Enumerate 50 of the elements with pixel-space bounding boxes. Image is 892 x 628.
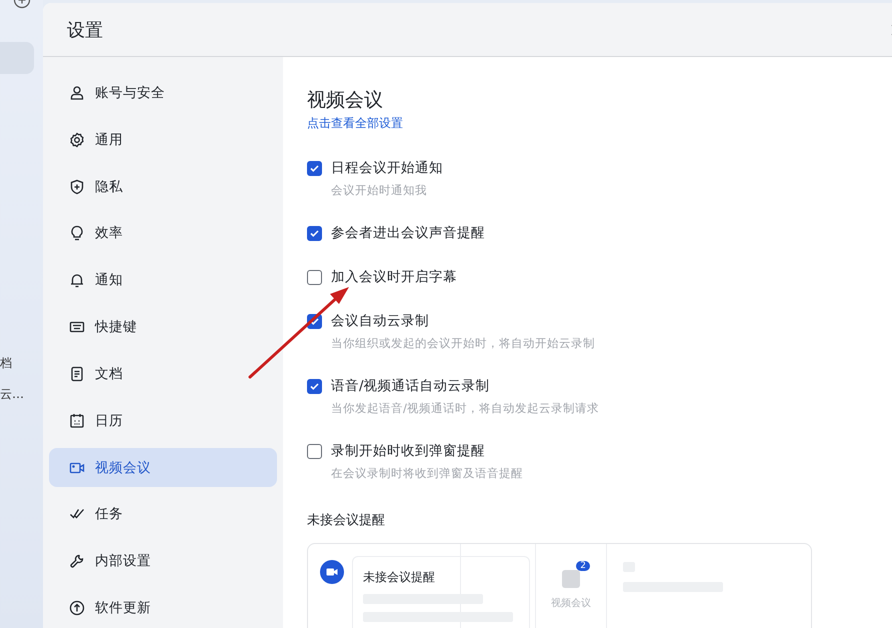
sidebar-item[interactable]: 快捷键	[49, 307, 277, 347]
sidebar-item[interactable]: 软件更新	[49, 588, 277, 628]
checkmark-icon	[310, 382, 319, 391]
option-description: 会议开始时通知我	[331, 183, 428, 198]
background-nav-text[interactable]: 云…	[0, 386, 43, 403]
upload-circle-icon	[69, 600, 85, 616]
sidebar-item[interactable]: 通知	[49, 260, 277, 300]
sidebar-item[interactable]: 日历	[49, 400, 277, 441]
wrench-icon	[69, 553, 85, 570]
video-camera-badge-icon	[320, 560, 344, 584]
view-all-settings-link[interactable]: 点击查看全部设置	[307, 115, 403, 132]
sidebar-item[interactable]: 任务	[49, 494, 277, 534]
checkbox[interactable]	[307, 226, 322, 241]
option-label: 会议自动云录制	[331, 312, 430, 330]
checkbox[interactable]	[307, 161, 322, 176]
option-label: 参会者进出会议声音提醒	[331, 224, 485, 242]
option-description: 当你组织或发起的会议开始时，将自动开始云录制	[331, 336, 595, 351]
checkmark-icon	[310, 317, 319, 326]
preview-title: 未接会议提醒	[363, 569, 436, 586]
settings-icon	[69, 132, 85, 148]
lightbulb-icon	[69, 225, 85, 242]
checkbox[interactable]	[307, 379, 322, 394]
checkbox[interactable]	[307, 444, 322, 459]
sidebar-item[interactable]: 通用	[49, 120, 277, 160]
checkmark-icon	[310, 229, 319, 238]
sidebar-item[interactable]: 隐私	[49, 166, 277, 206]
sidebar-item[interactable]: 效率	[49, 213, 277, 254]
subsection-title: 未接会议提醒	[307, 512, 386, 529]
dialog-title: 设置	[67, 18, 103, 42]
sidebar-item[interactable]: 账号与安全	[49, 73, 277, 113]
document-icon	[69, 366, 85, 382]
checkbox[interactable]	[307, 270, 322, 285]
section-title: 视频会议	[307, 88, 384, 113]
sidebar-item[interactable]: 视频会议	[49, 448, 277, 488]
count-badge: 2	[576, 561, 590, 571]
option-label: 日程会议开始通知	[331, 159, 443, 177]
app-label: 视频会议	[551, 596, 591, 610]
shield-plus-icon	[69, 178, 85, 195]
option-description: 在会议录制时将收到弹窗及语音提醒	[331, 466, 523, 481]
background-nav-text[interactable]: 档	[0, 355, 43, 372]
calendar-icon	[69, 412, 85, 429]
checkmark-icon	[310, 164, 319, 173]
person-icon	[69, 84, 85, 101]
sidebar-item[interactable]: 内部设置	[49, 541, 277, 582]
option-label: 录制开始时收到弹窗提醒	[331, 442, 486, 460]
option-description: 当你发起语音/视频通话时，将自动发起云录制请求	[331, 401, 599, 416]
bell-icon	[69, 272, 85, 288]
option-label: 语音/视频通话自动云录制	[331, 377, 491, 395]
option-label: 加入会议时开启字幕	[331, 268, 457, 286]
sidebar-item[interactable]: 文档	[49, 354, 277, 394]
